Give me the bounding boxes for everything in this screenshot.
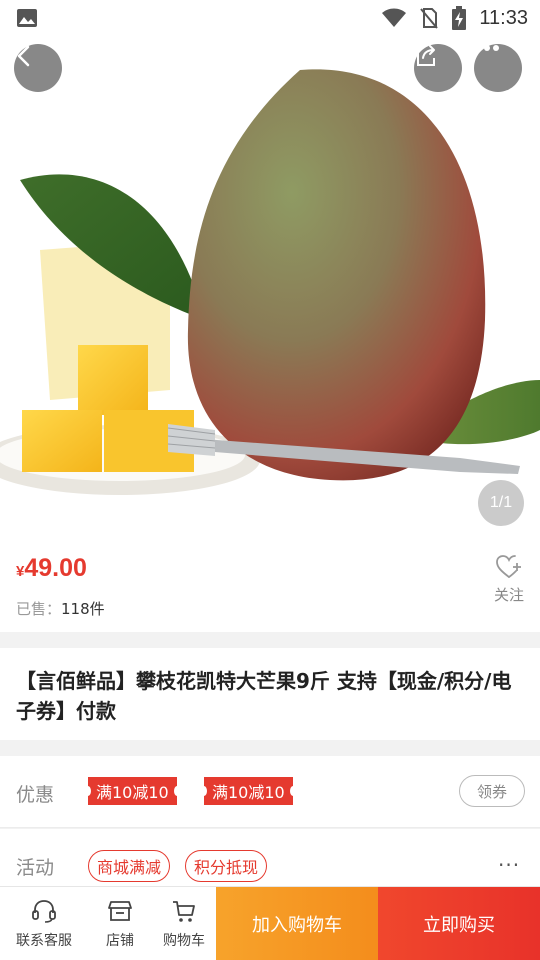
buy-now-button[interactable]: 立即购买 xyxy=(378,887,540,960)
title-section: 【言佰鲜品】攀枝花凯特大芒果9斤 支持【现金/积分/电子券】付款 xyxy=(0,648,540,740)
share-button[interactable] xyxy=(414,44,462,92)
price-amount: 49.00 xyxy=(24,554,87,582)
mango-illustration xyxy=(0,0,540,540)
status-time: 11:33 xyxy=(479,6,528,29)
activity-more-icon[interactable]: ··· xyxy=(498,853,520,877)
sold-count: 118件 xyxy=(61,600,105,618)
activity-tag: 积分抵现 xyxy=(185,850,268,882)
customer-service-label: 联系客服 xyxy=(16,933,72,949)
store-label: 店铺 xyxy=(106,933,134,949)
activity-label: 活动 xyxy=(16,857,55,879)
claim-coupon-button[interactable]: 领券 xyxy=(459,775,525,807)
status-bar: 11:33 xyxy=(0,0,540,36)
coupon-row[interactable]: 优惠 满10减10 满10减10 领券 xyxy=(0,756,540,828)
chevron-left-icon xyxy=(17,45,30,67)
headset-icon xyxy=(32,900,56,923)
store-button[interactable]: 店铺 xyxy=(88,887,152,960)
more-dots-icon xyxy=(475,45,499,51)
customer-service-button[interactable]: 联系客服 xyxy=(0,887,88,960)
coupon-tag: 满10减10 xyxy=(85,777,180,805)
coupon-label: 优惠 xyxy=(16,784,55,806)
product-title: 【言佰鲜品】攀枝花凯特大芒果9斤 支持【现金/积分/电子券】付款 xyxy=(16,669,512,723)
cart-icon xyxy=(173,901,195,922)
share-icon xyxy=(417,45,435,66)
product-image[interactable]: 1/1 xyxy=(0,0,540,540)
activity-tag: 商城满减 xyxy=(88,850,171,882)
store-icon xyxy=(108,901,132,921)
battery-charging-icon xyxy=(452,6,467,30)
image-icon xyxy=(17,9,37,27)
image-counter: 1/1 xyxy=(478,480,524,526)
sold-label: 已售： xyxy=(16,600,62,618)
cart-button[interactable]: 购物车 xyxy=(152,887,216,960)
follow-label: 关注 xyxy=(493,586,524,604)
heart-plus-icon xyxy=(496,555,521,578)
cart-label: 购物车 xyxy=(163,933,205,949)
follow-button[interactable]: 关注 xyxy=(484,554,534,605)
add-to-cart-button[interactable]: 加入购物车 xyxy=(216,887,378,960)
status-icons: 11:33 xyxy=(381,6,528,30)
coupon-tag: 满10减10 xyxy=(201,777,296,805)
back-button[interactable] xyxy=(14,44,62,92)
sold-info: 已售：118件 xyxy=(16,598,105,619)
price-section: ¥49.00 已售：118件 关注 xyxy=(0,540,540,632)
activity-row[interactable]: 活动 商城满减 积分抵现 ··· xyxy=(0,829,540,889)
price: ¥49.00 xyxy=(16,554,87,583)
more-button[interactable] xyxy=(474,44,522,92)
no-sim-icon xyxy=(420,8,439,29)
wifi-icon xyxy=(382,8,407,27)
bottom-action-bar: 联系客服 店铺 购物车 加入购物车 立即购买 xyxy=(0,886,540,960)
